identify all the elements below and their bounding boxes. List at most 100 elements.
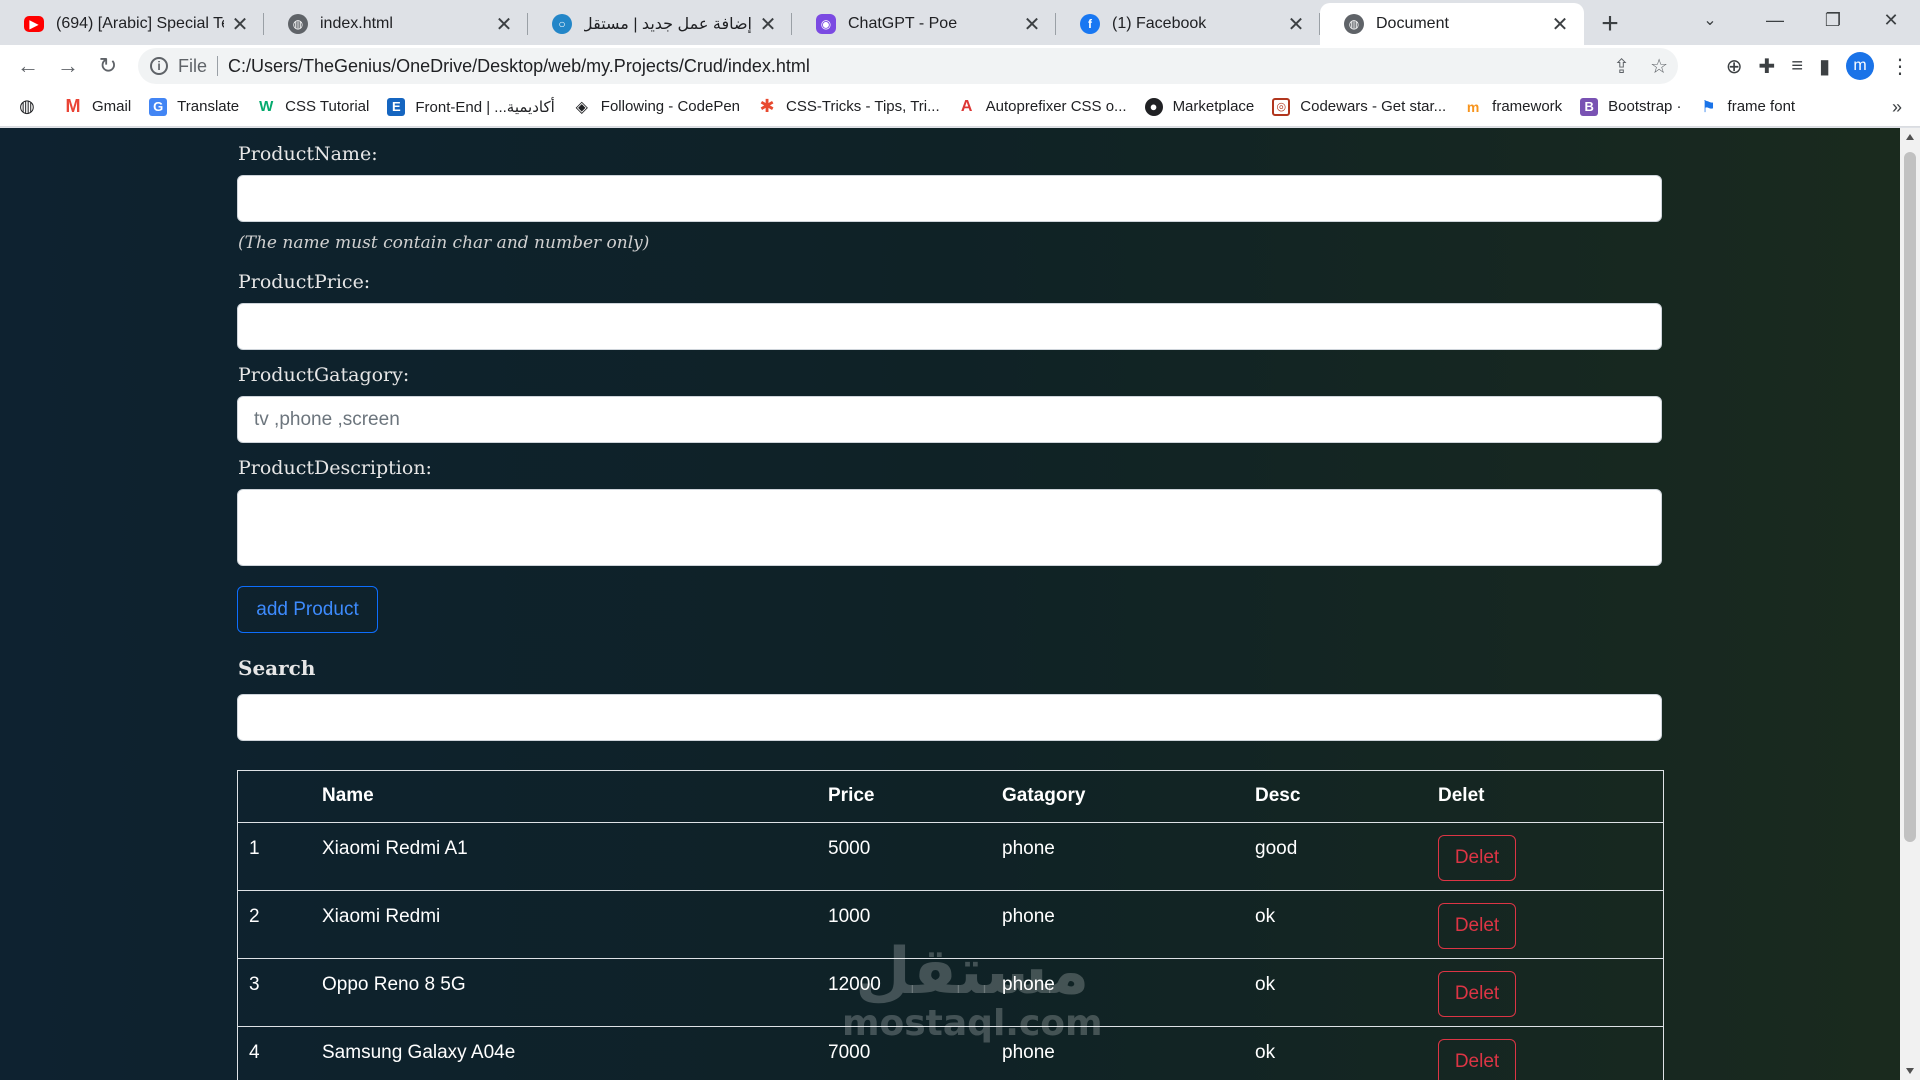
row-desc: ok — [1255, 905, 1276, 927]
github-icon: ● — [1144, 97, 1163, 116]
scroll-down-arrow-icon[interactable] — [1906, 1068, 1914, 1074]
row-category: phone — [1002, 837, 1055, 859]
tab-mostaql[interactable]: ○ إضافة عمل جديد | مستقل ✕ — [528, 3, 792, 45]
bookmark-item[interactable]: W CSS Tutorial — [257, 98, 369, 116]
delete-button[interactable]: Delet — [1438, 902, 1516, 949]
row-category: phone — [1002, 905, 1055, 927]
new-tab-button[interactable]: + — [1590, 3, 1630, 45]
back-button[interactable]: ← — [8, 46, 48, 86]
tab-index-html[interactable]: ◍ index.html ✕ — [264, 3, 528, 45]
products-table: Name Price Gatagory Desc Delet 1 Xiaomi … — [237, 770, 1664, 1080]
product-category-input[interactable]: tv ,phone ,screen — [237, 396, 1662, 443]
delete-button[interactable]: Delet — [1438, 834, 1516, 881]
scrollbar-thumb[interactable] — [1904, 152, 1916, 842]
tab-document[interactable]: ◍ Document ✕ — [1320, 3, 1584, 45]
tab-poe[interactable]: ◉ ChatGPT - Poe ✕ — [792, 3, 1056, 45]
close-icon[interactable]: ✕ — [1286, 12, 1306, 37]
frontend-icon: E — [387, 97, 406, 116]
product-price-input[interactable] — [237, 303, 1662, 350]
address-scheme: File — [178, 55, 208, 76]
close-icon[interactable]: ✕ — [758, 12, 778, 37]
bookmark-label: Codewars - Get star... — [1300, 98, 1447, 115]
address-actions: ⇪ ☆ — [1613, 48, 1668, 84]
autoprefixer-icon: A — [960, 97, 973, 115]
address-url[interactable]: C:/Users/TheGenius/OneDrive/Desktop/web/… — [228, 56, 810, 77]
product-category-label: ProductGatagory: — [238, 364, 410, 386]
translate-extension-icon[interactable]: ⊕ — [1726, 54, 1743, 79]
delete-button[interactable]: Delet — [1438, 970, 1516, 1017]
bookmark-item[interactable]: A Autoprefixer CSS o... — [958, 98, 1127, 116]
tab-title: إضافة عمل جديد | مستقل — [584, 16, 752, 33]
row-desc: ok — [1255, 1041, 1276, 1063]
bookmark-item[interactable]: ◈ Following - CodePen — [573, 98, 740, 116]
w3schools-icon: W — [259, 98, 274, 115]
column-header-index — [238, 771, 322, 822]
media-queue-icon[interactable]: ≡ — [1791, 55, 1803, 78]
bootstrap-icon: B — [1580, 97, 1599, 116]
side-panel-icon[interactable]: ▮ — [1819, 54, 1830, 79]
bookmark-item[interactable]: M Gmail — [64, 96, 132, 116]
bookmark-item[interactable]: B Bootstrap · — [1580, 97, 1682, 116]
tab-youtube[interactable]: ▶ (694) [Arabic] Special Templ ✕ — [0, 3, 264, 45]
close-icon[interactable]: ✕ — [230, 12, 250, 37]
delete-button[interactable]: Delet — [1438, 1038, 1516, 1080]
restore-button[interactable]: ❐ — [1804, 0, 1862, 40]
row-desc: good — [1255, 837, 1298, 859]
address-bar[interactable]: i File C:/Users/TheGenius/OneDrive/Deskt… — [138, 48, 1678, 84]
minimize-button[interactable]: — — [1746, 0, 1804, 40]
bookmark-item[interactable]: ⚑ frame font — [1700, 98, 1795, 116]
reload-button[interactable]: ↻ — [88, 46, 128, 86]
page-scrollbar[interactable] — [1900, 128, 1920, 1080]
product-price-label: ProductPrice: — [238, 271, 371, 293]
row-price: 5000 — [828, 837, 871, 859]
address-divider — [217, 56, 219, 76]
bookmark-item[interactable]: m framework — [1464, 98, 1562, 116]
more-bookmarks-button[interactable]: » — [1892, 87, 1902, 127]
row-index: 3 — [249, 973, 260, 995]
poe-icon: ◉ — [816, 14, 836, 34]
tab-facebook[interactable]: f (1) Facebook ✕ — [1056, 3, 1320, 45]
bookmark-label: framework — [1492, 98, 1563, 115]
forward-button[interactable]: → — [48, 46, 88, 86]
bookmark-star-icon[interactable]: ☆ — [1650, 54, 1668, 79]
row-category: phone — [1002, 1041, 1055, 1063]
bookmark-label: Translate — [177, 98, 240, 115]
row-desc: ok — [1255, 973, 1276, 995]
table-row: 2 Xiaomi Redmi 1000 phone ok Delet — [238, 890, 1663, 958]
row-price: 1000 — [828, 905, 871, 927]
product-description-textarea[interactable] — [237, 489, 1662, 566]
row-name: Xiaomi Redmi — [322, 905, 441, 927]
bookmark-item[interactable]: ● Marketplace — [1144, 97, 1254, 116]
column-header-category: Gatagory — [1002, 785, 1086, 807]
close-icon[interactable]: ✕ — [494, 12, 514, 37]
share-icon[interactable]: ⇪ — [1613, 54, 1630, 79]
product-name-input[interactable] — [237, 175, 1662, 222]
row-price: 7000 — [828, 1041, 871, 1063]
profile-avatar[interactable]: m — [1846, 52, 1874, 80]
table-header-row: Name Price Gatagory Desc Delet — [238, 771, 1663, 822]
row-index: 2 — [249, 905, 260, 927]
add-product-button[interactable]: add Product — [237, 586, 378, 633]
csstricks-icon: ✱ — [759, 96, 775, 116]
close-window-button[interactable]: ✕ — [1862, 0, 1920, 40]
bookmarks-bar: ◍ M Gmail G Translate W CSS Tutorial E Front… — [0, 87, 1920, 127]
bookmark-item[interactable]: ◍ — [18, 96, 46, 116]
tab-title: index.html — [320, 15, 393, 32]
menu-kebab-icon[interactable]: ⋮ — [1890, 54, 1910, 79]
bookmark-label: Bootstrap · — [1608, 98, 1682, 115]
tab-search-chevron-icon[interactable]: ⌄ — [1690, 0, 1730, 40]
bookmark-label: CSS-Tricks - Tips, Tri... — [786, 98, 940, 115]
bookmark-label: Autoprefixer CSS o... — [985, 98, 1127, 115]
bookmark-item[interactable]: ✱ CSS-Tricks - Tips, Tri... — [758, 96, 940, 116]
bookmark-item[interactable]: G Translate — [149, 97, 240, 116]
bookmark-item[interactable]: ◎ Codewars - Get star... — [1272, 97, 1447, 116]
globe-icon: ◍ — [1344, 14, 1364, 34]
bookmark-item[interactable]: E Front-End | ...أكاديمية — [387, 97, 555, 116]
close-icon[interactable]: ✕ — [1550, 12, 1570, 37]
info-icon[interactable]: i — [150, 57, 168, 75]
search-input[interactable] — [237, 694, 1662, 741]
globe-icon: ◍ — [288, 14, 308, 34]
extensions-puzzle-icon[interactable]: ✚ — [1759, 54, 1776, 79]
close-icon[interactable]: ✕ — [1022, 12, 1042, 37]
scroll-up-arrow-icon[interactable] — [1906, 134, 1914, 140]
